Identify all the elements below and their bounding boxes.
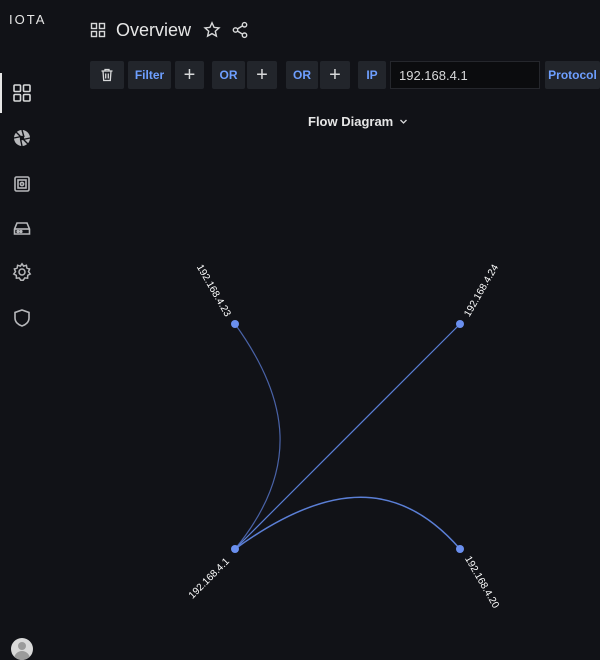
flow-node[interactable] xyxy=(231,545,239,553)
node-label-center: 192.168.4.1 xyxy=(187,556,232,601)
node-label-24: 192.168.4.24 xyxy=(462,262,501,318)
flow-link xyxy=(235,324,280,549)
flow-node[interactable] xyxy=(456,320,464,328)
node-label-23: 192.168.4.23 xyxy=(194,263,233,319)
flow-node[interactable] xyxy=(456,545,464,553)
flow-link xyxy=(235,324,460,549)
flow-diagram: 192.168.4.1 192.168.4.23 192.168.4.24 19… xyxy=(0,0,600,656)
node-label-20: 192.168.4.20 xyxy=(462,554,501,610)
flow-node[interactable] xyxy=(231,320,239,328)
flow-link xyxy=(235,497,460,549)
